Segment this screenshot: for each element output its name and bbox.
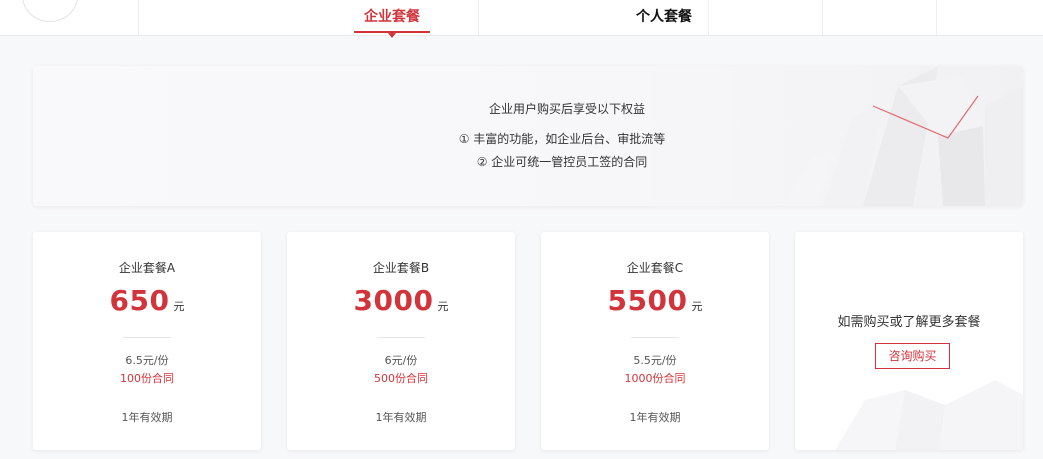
plan-name: 企业套餐B bbox=[372, 261, 430, 275]
plan-price-unit: 元 bbox=[691, 300, 703, 313]
tab-divider bbox=[708, 0, 709, 35]
consult-prompt: 如需购买或了解更多套餐 bbox=[837, 315, 981, 330]
plan-quantity: 100份合同 bbox=[120, 372, 174, 385]
plan-price-value: 5500 bbox=[607, 284, 688, 317]
pricing-page: 企业套餐 个人套餐 企业用户购买后享受以下权益 ① 丰富的功能，如企业后台、审批… bbox=[0, 0, 1043, 459]
tab-divider bbox=[936, 0, 937, 35]
plan-card-a[interactable]: 企业套餐A 650 元 6.5元/份 100份合同 1年有效期 bbox=[33, 232, 261, 450]
plan-price-unit: 元 bbox=[437, 300, 449, 313]
tab-divider bbox=[822, 0, 823, 35]
plan-price: 650 元 bbox=[33, 284, 261, 317]
card-divider bbox=[631, 337, 679, 338]
plan-validity: 1年有效期 bbox=[629, 411, 681, 424]
plan-per-copy-price: 5.5元/份 bbox=[633, 354, 677, 367]
plan-validity: 1年有效期 bbox=[375, 411, 427, 424]
plan-per-copy-price: 6.5元/份 bbox=[125, 354, 169, 367]
plan-name: 企业套餐A bbox=[118, 261, 176, 275]
plan-price: 5500 元 bbox=[541, 284, 769, 317]
decorative-circle bbox=[22, 0, 78, 22]
benefits-banner: 企业用户购买后享受以下权益 ① 丰富的功能，如企业后台、审批流等 ② 企业可统一… bbox=[33, 66, 1023, 206]
card-decoration bbox=[835, 380, 1023, 450]
plan-card-b[interactable]: 企业套餐B 3000 元 6元/份 500份合同 1年有效期 bbox=[287, 232, 515, 450]
tab-personal-label: 个人套餐 bbox=[636, 9, 692, 25]
tab-divider bbox=[478, 0, 479, 35]
benefit-item: ① 丰富的功能，如企业后台、审批流等 bbox=[458, 132, 666, 146]
plan-price-value: 3000 bbox=[353, 284, 434, 317]
tab-personal-plans[interactable]: 个人套餐 bbox=[624, 0, 704, 35]
plan-price-unit: 元 bbox=[173, 300, 185, 313]
plan-validity: 1年有效期 bbox=[121, 411, 173, 424]
plan-price: 3000 元 bbox=[287, 284, 515, 317]
tab-divider bbox=[138, 0, 139, 35]
plan-per-copy-price: 6元/份 bbox=[384, 354, 418, 367]
card-divider bbox=[377, 337, 425, 338]
active-tab-caret-icon bbox=[388, 33, 396, 38]
plan-quantity: 500份合同 bbox=[374, 372, 428, 385]
tab-enterprise-label: 企业套餐 bbox=[364, 9, 420, 25]
plan-price-value: 650 bbox=[109, 284, 170, 317]
consult-card: 如需购买或了解更多套餐 咨询购买 bbox=[795, 232, 1023, 450]
card-divider bbox=[123, 337, 171, 338]
benefits-title: 企业用户购买后享受以下权益 bbox=[488, 102, 645, 116]
plan-quantity: 1000份合同 bbox=[624, 372, 686, 385]
consult-purchase-button[interactable]: 咨询购买 bbox=[875, 343, 950, 369]
tab-enterprise-plans[interactable]: 企业套餐 bbox=[354, 0, 430, 38]
plan-tab-bar: 企业套餐 个人套餐 bbox=[0, 0, 1043, 38]
benefit-item: ② 企业可统一管控员工签的合同 bbox=[476, 155, 648, 169]
plan-card-c[interactable]: 企业套餐C 5500 元 5.5元/份 1000份合同 1年有效期 bbox=[541, 232, 769, 450]
plan-name: 企业套餐C bbox=[626, 261, 684, 275]
